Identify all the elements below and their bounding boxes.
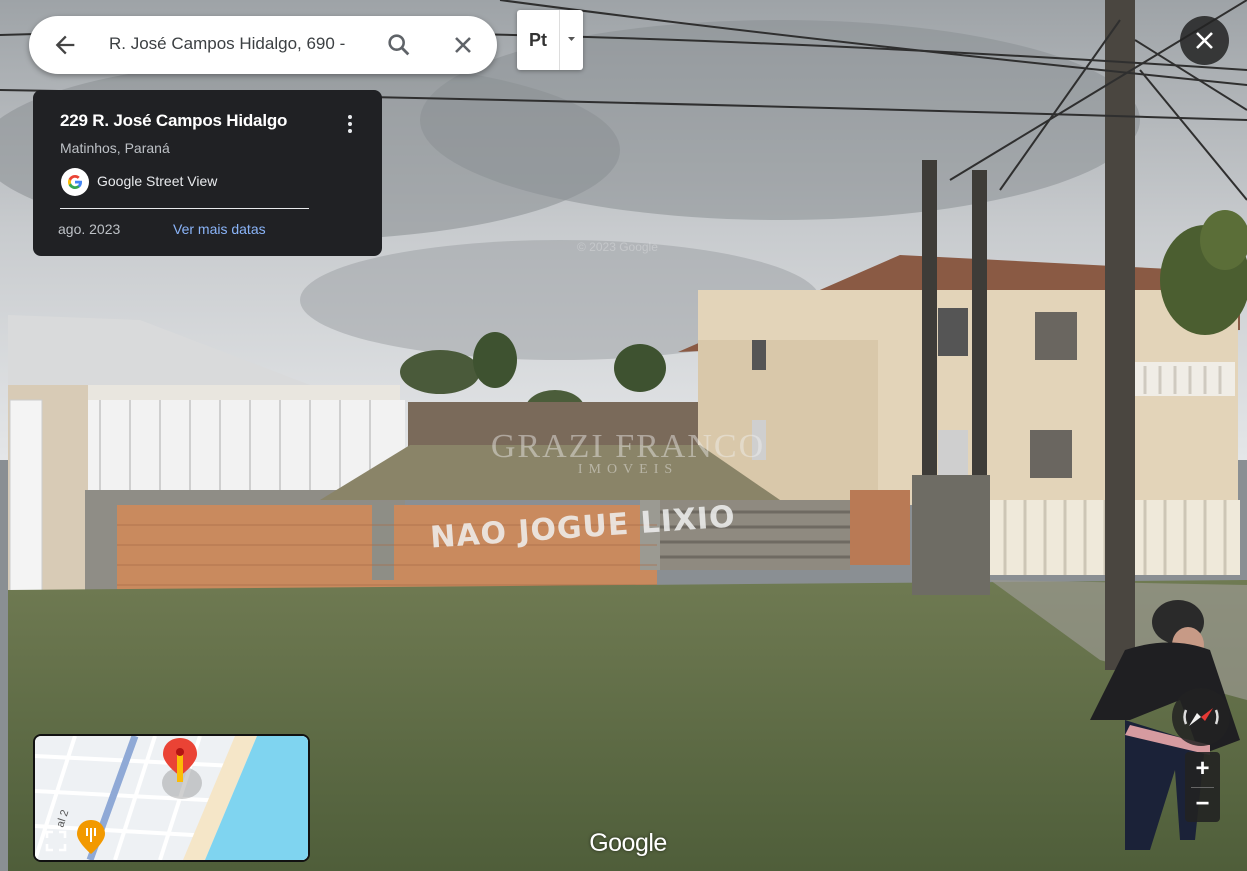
watermark: GRAZI FRANCO IMOVEIS	[478, 428, 778, 478]
divider	[60, 208, 309, 209]
search-icon[interactable]	[385, 31, 413, 59]
capture-date: ago. 2023	[58, 221, 121, 237]
zoom-controls: + −	[1185, 752, 1220, 822]
search-box	[29, 16, 497, 74]
more-dates-link[interactable]: Ver mais datas	[173, 221, 266, 237]
location-title: 229 R. José Campos Hidalgo	[60, 111, 288, 130]
search-input[interactable]	[109, 34, 371, 54]
more-vertical-icon[interactable]	[338, 112, 362, 136]
close-icon	[1196, 32, 1213, 49]
input-tools-menu: Pt	[517, 10, 583, 70]
google-g-icon	[61, 168, 89, 196]
expand-icon[interactable]	[41, 826, 71, 856]
watermark-main: GRAZI FRANCO	[490, 428, 766, 465]
zoom-in-button[interactable]: +	[1185, 752, 1220, 787]
compass-icon	[1183, 708, 1219, 726]
input-tool-button[interactable]: Pt	[517, 10, 559, 70]
minimap[interactable]: al 2	[33, 734, 310, 862]
compass-button[interactable]	[1172, 688, 1230, 746]
provider-label: Google Street View	[97, 173, 218, 189]
location-info-card: 229 R. José Campos Hidalgo Matinhos, Par…	[33, 90, 382, 256]
close-streetview-button[interactable]	[1180, 16, 1229, 65]
google-logo: Google	[589, 829, 667, 857]
location-subtitle: Matinhos, Paraná	[60, 140, 170, 156]
arrow-left-icon[interactable]	[51, 31, 79, 59]
zoom-out-button[interactable]: −	[1185, 787, 1220, 822]
copyright-text: © 2023 Google	[577, 240, 658, 254]
caret-down-icon[interactable]	[560, 10, 583, 70]
close-icon[interactable]	[449, 31, 477, 59]
